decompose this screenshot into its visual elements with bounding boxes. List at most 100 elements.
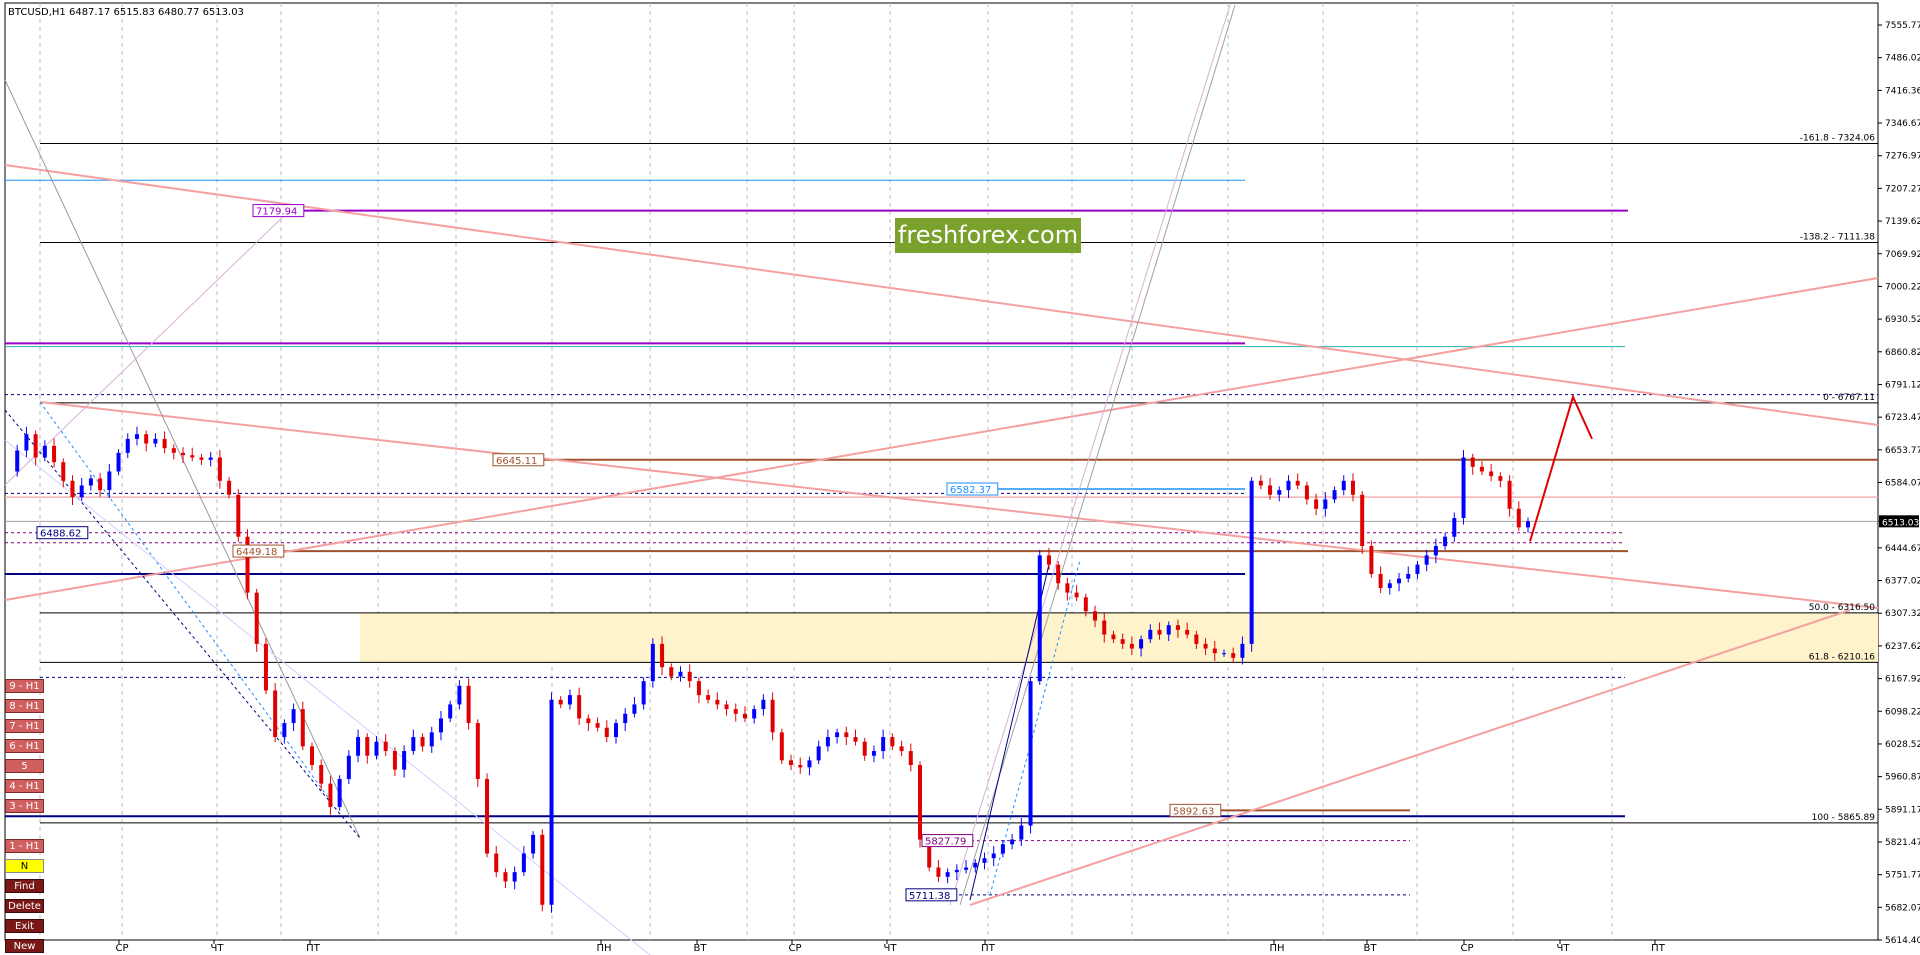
price-tick-label: 7207.27: [1885, 184, 1920, 194]
candle-body: [899, 746, 904, 752]
candle-body: [1074, 592, 1079, 598]
candle-body: [1304, 485, 1309, 500]
time-tick-label: ЧТ: [884, 943, 898, 954]
candle-body: [144, 434, 149, 444]
price-tick-label: 6723.47: [1885, 413, 1920, 423]
candle-body: [1332, 490, 1337, 500]
price-chart[interactable]: 7179.94 6645.11 6488.62 6449.18 6582.37 5892.…: [0, 0, 1920, 955]
price-tick-label: 7416.36: [1885, 86, 1920, 96]
candle-body: [1452, 518, 1457, 537]
candle-body: [494, 853, 499, 873]
price-tick-label: 7000.22: [1885, 282, 1920, 292]
side-button-3-h1[interactable]: 3 - H1: [5, 799, 44, 813]
side-button-7-h1[interactable]: 7 - H1: [5, 719, 44, 733]
candle-body: [153, 438, 158, 444]
price-tick-label: 5960.87: [1885, 773, 1920, 783]
candle-body: [356, 737, 361, 756]
candle-body: [696, 681, 701, 696]
price-tag-text: 6582.37: [950, 485, 991, 496]
side-button-1-h1[interactable]: 1 - H1: [5, 839, 44, 853]
price-tag-text: 5827.79: [925, 837, 966, 848]
trend-line: [959, 4, 1236, 906]
price-tick-label: 7555.77: [1885, 21, 1920, 31]
side-button-6-h1[interactable]: 6 - H1: [5, 739, 44, 753]
candle-body: [383, 741, 388, 752]
candle-body: [669, 667, 674, 677]
candle-body: [116, 452, 121, 472]
candle-body: [457, 685, 462, 705]
candle-body: [1000, 844, 1005, 854]
candle-body: [392, 751, 397, 770]
side-button-find[interactable]: Find: [5, 879, 44, 893]
candle-body: [567, 695, 572, 705]
price-tick-label: 6377.02: [1885, 577, 1920, 587]
candle-body: [945, 872, 950, 877]
candle-body: [402, 751, 407, 770]
price-tick-label: 6584.07: [1885, 479, 1920, 489]
candle-body: [807, 760, 812, 768]
candle-body: [1231, 653, 1236, 658]
price-tick-label: 6167.92: [1885, 675, 1920, 685]
candles: [15, 426, 1530, 913]
candle-body: [761, 699, 766, 710]
side-button-n[interactable]: N: [5, 859, 44, 873]
candle-body: [125, 438, 130, 453]
candle-body: [623, 713, 628, 724]
price-tag-text: 6449.18: [236, 547, 277, 558]
fib-level-label: 61.8 - 6210.16: [1809, 652, 1875, 662]
candle-body: [577, 695, 582, 719]
candle-body: [549, 699, 554, 905]
candle-body: [1406, 573, 1411, 579]
side-button-8-h1[interactable]: 8 - H1: [5, 699, 44, 713]
price-tick-label: 6930.52: [1885, 315, 1920, 325]
price-tick-label: 6307.32: [1885, 609, 1920, 619]
side-button-5[interactable]: 5: [5, 759, 44, 773]
candle-body: [1461, 457, 1466, 519]
candle-body: [558, 699, 563, 705]
candle-body: [660, 643, 665, 668]
candle-body: [835, 732, 840, 738]
time-tick-label: СР: [788, 943, 801, 954]
candle-body: [1010, 839, 1015, 845]
side-button-9-h1[interactable]: 9 - H1: [5, 679, 44, 693]
candle-body: [752, 709, 757, 719]
side-button-delete[interactable]: Delete: [5, 899, 44, 913]
price-tick-label: 7139.62: [1885, 217, 1920, 227]
candle-body: [632, 704, 637, 714]
candle-body: [1350, 480, 1355, 495]
trend-lines: [4, 4, 1879, 955]
axes: 7555.77 7486.02 7416.36 7346.67 7276.97 7207.…: [115, 21, 1920, 954]
candle-body: [595, 723, 600, 728]
side-button-exit[interactable]: Exit: [5, 919, 44, 933]
candle-body: [1387, 583, 1392, 588]
trend-line: [4, 164, 1879, 426]
candle-body: [1175, 625, 1180, 630]
time-tick-label: ПТ: [981, 943, 996, 954]
trend-line: [39, 401, 1879, 609]
candle-body: [310, 746, 314, 766]
price-tick-label: 5751.77: [1885, 871, 1920, 881]
candle-body: [15, 450, 20, 472]
candle-body: [1286, 480, 1291, 491]
candle-body: [411, 737, 416, 752]
candle-body: [1056, 564, 1061, 584]
fib-level-label: 50.0 - 6316.50: [1809, 603, 1875, 613]
candle-body: [1378, 573, 1383, 588]
side-button-4-h1[interactable]: 4 - H1: [5, 779, 44, 793]
price-tick-label: 7069.92: [1885, 250, 1920, 260]
candle-body: [678, 671, 683, 677]
candle-body: [908, 751, 913, 766]
side-button-new[interactable]: New: [5, 939, 44, 953]
candle-body: [88, 478, 93, 486]
candle-body: [789, 760, 794, 766]
candle-body: [273, 690, 278, 738]
candle-body: [438, 718, 443, 733]
candle-body: [1166, 625, 1171, 635]
candle-body: [1526, 521, 1530, 528]
candle-body: [1148, 629, 1153, 640]
candle-body: [70, 480, 75, 498]
candle-body: [236, 494, 241, 537]
candle-body: [871, 751, 876, 756]
candle-body: [853, 737, 858, 742]
candle-body: [107, 471, 112, 491]
